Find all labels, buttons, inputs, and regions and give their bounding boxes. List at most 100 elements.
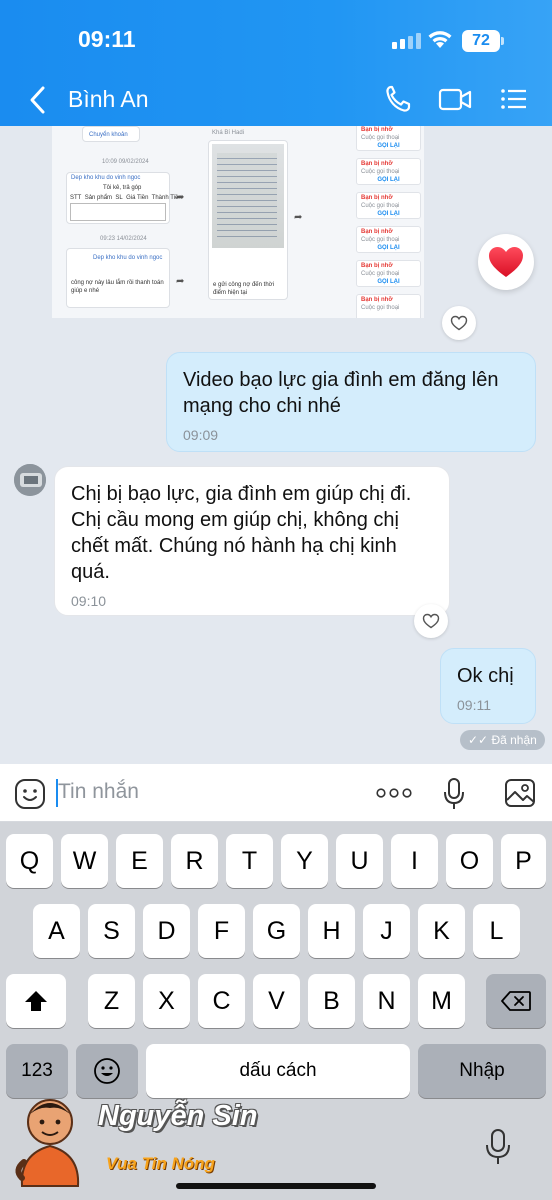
- missed-call-card: Bạn bị nhỡ Cuộc gọi thoại: [356, 294, 421, 318]
- missed-call-card: Bạn bị nhỡ Cuộc gọi thoại GỌI LẠI: [356, 260, 421, 287]
- image-gallery-icon[interactable]: [504, 778, 536, 808]
- watermark-name: Nguyễn Sin: [98, 1100, 258, 1132]
- invoice-card: Dep kho khu do vinh ngoc Tôi kê, trả góp…: [66, 172, 182, 224]
- key-v[interactable]: V: [253, 974, 300, 1028]
- dictation-microphone-icon[interactable]: [484, 1128, 512, 1166]
- key-p[interactable]: P: [501, 834, 546, 888]
- key-l[interactable]: L: [473, 904, 520, 958]
- debt-sender: Dep kho khu do vinh ngoc: [93, 255, 163, 261]
- key-a[interactable]: A: [33, 904, 80, 958]
- shift-key[interactable]: [6, 974, 66, 1028]
- missed-call-card: Bạn bị nhỡ Cuộc gọi thoại GỌI LẠI: [356, 192, 421, 219]
- key-c[interactable]: C: [198, 974, 245, 1028]
- key-x[interactable]: X: [143, 974, 190, 1028]
- key-e[interactable]: E: [116, 834, 163, 888]
- heart-outline-icon: [422, 613, 440, 629]
- mascot-icon: [15, 1099, 80, 1187]
- heart-icon: [489, 247, 523, 277]
- cellular-signal-icon: [392, 33, 421, 49]
- missed-call-card: Bạn bị nhỡ Cuộc gọi thoại GỌI LẠI: [356, 226, 421, 253]
- message-time: 09:11: [457, 697, 491, 713]
- emoji-key[interactable]: [76, 1044, 138, 1098]
- key-q[interactable]: Q: [6, 834, 53, 888]
- key-g[interactable]: G: [253, 904, 300, 958]
- watermark-tagline: Vua Tin Nóng: [106, 1154, 215, 1173]
- more-options-icon[interactable]: [376, 788, 412, 798]
- outgoing-message[interactable]: Ok chị 09:11: [440, 648, 536, 724]
- react-heart-button[interactable]: [414, 604, 448, 638]
- read-status-badge: ✓✓ Đã nhận: [460, 730, 545, 750]
- chat-header: 09:11 72 Bình An: [0, 0, 552, 126]
- missed-call-card: Bạn bị nhỡ Cuộc gọi thoại GỌI LẠI: [356, 158, 421, 185]
- microphone-icon[interactable]: [442, 777, 466, 811]
- menu-list-icon[interactable]: [500, 84, 528, 114]
- transfer-button-label: Chuyển khoản: [89, 132, 128, 138]
- key-b[interactable]: B: [308, 974, 355, 1028]
- key-s[interactable]: S: [88, 904, 135, 958]
- invoice-headers: STT Sản phẩm SL Giá Tiền Thành Tiền: [70, 195, 182, 201]
- forward-icon: ➦: [294, 212, 303, 223]
- debt-message-card: Dep kho khu do vinh ngoc công nợ này lâu…: [66, 248, 170, 308]
- key-m[interactable]: M: [418, 974, 465, 1028]
- timestamp-1: 10:09 09/02/2024: [102, 159, 149, 165]
- key-o[interactable]: O: [446, 834, 493, 888]
- forward-icon: ➦: [176, 276, 185, 287]
- forward-icon: ➦: [176, 192, 185, 203]
- key-h[interactable]: H: [308, 904, 355, 958]
- missed-call-card: Bạn bị nhỡ Cuộc gọi thoại GỌI LẠI: [356, 126, 421, 151]
- message-time: 09:10: [71, 593, 107, 609]
- backspace-key[interactable]: [486, 974, 546, 1028]
- message-text: Video bạo lực gia đình em đăng lên mạng …: [183, 369, 499, 417]
- return-key[interactable]: Nhập: [418, 1044, 546, 1098]
- incoming-message[interactable]: Chị bị bạo lực, gia đình em giúp chị đi.…: [54, 466, 450, 616]
- key-y[interactable]: Y: [281, 834, 328, 888]
- chat-area[interactable]: Chuyển khoản 10:09 09/02/2024 Dep kho kh…: [0, 126, 552, 764]
- debt-caption: công nợ này lâu lắm rồi thanh toán giúp …: [71, 280, 164, 294]
- backspace-icon: [501, 991, 531, 1011]
- message-input[interactable]: Tin nhắn: [58, 780, 139, 804]
- status-time: 09:11: [78, 26, 136, 52]
- watermark-logo: Nguyễn Sin Vua Tin Nóng: [10, 1092, 260, 1192]
- message-text: Chị bị bạo lực, gia đình em giúp chị đi.…: [71, 483, 412, 583]
- key-z[interactable]: Z: [88, 974, 135, 1028]
- message-text: Ok chị: [457, 665, 514, 687]
- heart-reaction-button[interactable]: [478, 234, 534, 290]
- key-f[interactable]: F: [198, 904, 245, 958]
- key-d[interactable]: D: [143, 904, 190, 958]
- shared-screenshot-image[interactable]: Chuyển khoản 10:09 09/02/2024 Dep kho kh…: [52, 126, 424, 318]
- video-call-icon[interactable]: [438, 84, 472, 114]
- heart-outline-icon: [450, 315, 468, 331]
- shift-arrow-icon: [25, 991, 47, 1011]
- timestamp-2: 09:23 14/02/2024: [100, 236, 147, 242]
- react-heart-button[interactable]: [442, 306, 476, 340]
- emoji-sticker-icon[interactable]: [14, 778, 46, 810]
- key-j[interactable]: J: [363, 904, 410, 958]
- phone-call-icon[interactable]: [384, 84, 412, 114]
- key-u[interactable]: U: [336, 834, 383, 888]
- key-r[interactable]: R: [171, 834, 218, 888]
- key-t[interactable]: T: [226, 834, 273, 888]
- invoice-title: Tôi kê, trả góp: [103, 185, 142, 191]
- card2-sender: Khá Bí Hadi: [212, 130, 245, 136]
- avatar-image: [14, 464, 46, 496]
- key-k[interactable]: K: [418, 904, 465, 958]
- home-indicator[interactable]: [176, 1183, 376, 1189]
- ledger-caption: e gửi công nợ đến thời điểm hiện tại: [213, 282, 274, 296]
- contact-name[interactable]: Bình An: [68, 86, 149, 113]
- handwritten-ledger-card: e gửi công nợ đến thời điểm hiện tại: [208, 140, 288, 300]
- key-w[interactable]: W: [61, 834, 108, 888]
- key-i[interactable]: I: [391, 834, 438, 888]
- numbers-key[interactable]: 123: [6, 1044, 68, 1098]
- emoji-icon: [94, 1058, 120, 1084]
- battery-tip: [501, 37, 504, 45]
- key-n[interactable]: N: [363, 974, 410, 1028]
- space-key[interactable]: dấu cách: [146, 1044, 410, 1098]
- outgoing-message[interactable]: Video bạo lực gia đình em đăng lên mạng …: [166, 352, 536, 452]
- back-button[interactable]: [24, 82, 52, 118]
- message-input-bar: Tin nhắn: [0, 764, 552, 822]
- wifi-icon: [428, 31, 452, 48]
- contact-avatar[interactable]: [14, 464, 46, 496]
- message-time: 09:09: [183, 427, 219, 443]
- invoice-sender: Dep kho khu do vinh ngoc: [71, 175, 141, 181]
- transfer-card: Chuyển khoản: [82, 126, 140, 142]
